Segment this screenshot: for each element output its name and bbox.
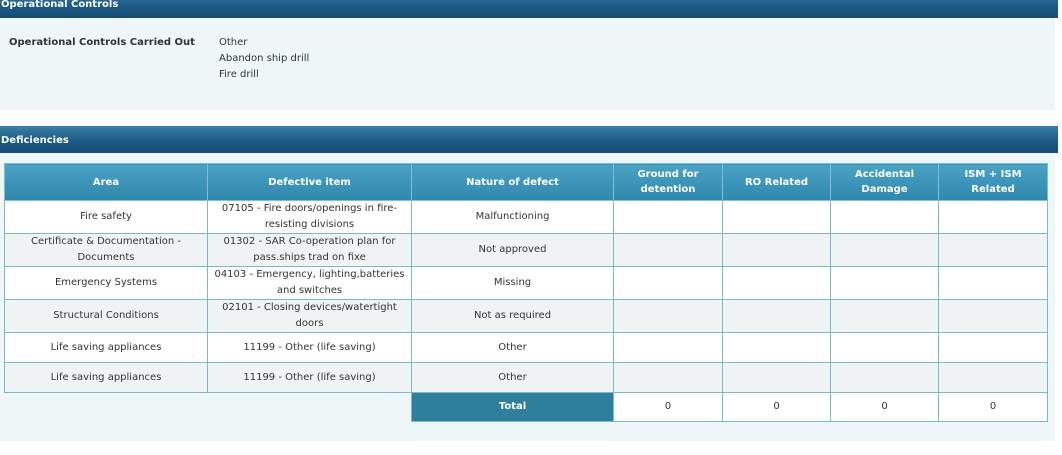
operational-controls-values: Other Abandon ship drill Fire drill <box>219 35 309 83</box>
deficiencies-table: Area Defective item Nature of defect Gro… <box>4 163 1048 422</box>
cell-defective-item: 01302 - SAR Co-operation plan for pass.s… <box>207 233 412 267</box>
table-row: Life saving appliances 11199 - Other (li… <box>4 362 1048 393</box>
cell-ro <box>722 266 831 300</box>
cell-area: Certificate & Documentation - Documents <box>4 233 208 267</box>
column-header-area: Area <box>4 163 208 201</box>
operational-controls-header: Operational Controls <box>0 0 1058 18</box>
cell-ground <box>613 233 723 267</box>
cell-ground <box>613 332 723 363</box>
operational-control-item: Abandon ship drill <box>219 53 310 64</box>
deficiencies-panel: Area Defective item Nature of defect Gro… <box>0 153 1055 441</box>
cell-accidental <box>830 299 939 333</box>
cell-ro <box>722 233 831 267</box>
cell-area: Structural Conditions <box>4 299 208 333</box>
empty-cell <box>5 393 208 422</box>
total-label: Total <box>411 392 614 422</box>
cell-accidental <box>830 362 939 393</box>
deficiencies-header: Deficiencies <box>0 126 1058 153</box>
cell-nature: Not as required <box>411 299 614 333</box>
cell-ism <box>938 299 1048 333</box>
table-row: Life saving appliances 11199 - Other (li… <box>4 332 1048 363</box>
cell-ro <box>722 200 831 234</box>
cell-accidental <box>830 266 939 300</box>
cell-ro <box>722 332 831 363</box>
cell-ro <box>722 299 831 333</box>
cell-nature: Other <box>411 362 614 393</box>
cell-ism <box>938 362 1048 393</box>
operational-control-item: Fire drill <box>219 69 259 80</box>
cell-accidental <box>830 200 939 234</box>
operational-controls-panel: Operational Controls Carried Out Other A… <box>0 18 1055 110</box>
total-row: Total 0 0 0 0 <box>5 392 1048 422</box>
column-header-accidental-damage: Accidental Damage <box>830 163 939 201</box>
cell-nature: Missing <box>411 266 614 300</box>
cell-defective-item: 04103 - Emergency, lighting,batteries an… <box>207 266 412 300</box>
cell-ism <box>938 266 1048 300</box>
cell-defective-item: 11199 - Other (life saving) <box>207 332 412 363</box>
cell-ground <box>613 266 723 300</box>
empty-cell <box>208 393 412 422</box>
cell-area: Life saving appliances <box>4 362 208 393</box>
total-ro: 0 <box>722 392 831 422</box>
cell-ground <box>613 200 723 234</box>
column-header-defective-item: Defective item <box>207 163 412 201</box>
cell-defective-item: 02101 - Closing devices/watertight doors <box>207 299 412 333</box>
cell-area: Emergency Systems <box>4 266 208 300</box>
column-header-ground-for-detention: Ground for detention <box>613 163 723 201</box>
table-row: Fire safety 07105 - Fire doors/openings … <box>4 200 1048 234</box>
operational-controls-label: Operational Controls Carried Out <box>9 37 195 48</box>
table-row: Structural Conditions 02101 - Closing de… <box>4 299 1048 333</box>
total-ism: 0 <box>938 392 1048 422</box>
cell-nature: Not approved <box>411 233 614 267</box>
cell-accidental <box>830 332 939 363</box>
column-header-ro-related: RO Related <box>722 163 831 201</box>
cell-nature: Other <box>411 332 614 363</box>
cell-ground <box>613 362 723 393</box>
cell-defective-item: 11199 - Other (life saving) <box>207 362 412 393</box>
operational-control-item: Other <box>219 37 248 48</box>
table-row: Emergency Systems 04103 - Emergency, lig… <box>4 266 1048 300</box>
column-header-ism-related: ISM + ISM Related <box>938 163 1048 201</box>
column-header-nature-of-defect: Nature of defect <box>411 163 614 201</box>
cell-ro <box>722 362 831 393</box>
cell-defective-item: 07105 - Fire doors/openings in fire-resi… <box>207 200 412 234</box>
cell-accidental <box>830 233 939 267</box>
cell-area: Life saving appliances <box>4 332 208 363</box>
cell-ground <box>613 299 723 333</box>
total-ground: 0 <box>613 392 723 422</box>
section-title: Deficiencies <box>1 135 69 146</box>
cell-ism <box>938 200 1048 234</box>
table-row: Certificate & Documentation - Documents … <box>4 233 1048 267</box>
table-header-row: Area Defective item Nature of defect Gro… <box>4 163 1048 201</box>
total-accidental: 0 <box>830 392 939 422</box>
cell-ism <box>938 233 1048 267</box>
cell-area: Fire safety <box>4 200 208 234</box>
cell-ism <box>938 332 1048 363</box>
section-title: Operational Controls <box>1 0 119 10</box>
cell-nature: Malfunctioning <box>411 200 614 234</box>
